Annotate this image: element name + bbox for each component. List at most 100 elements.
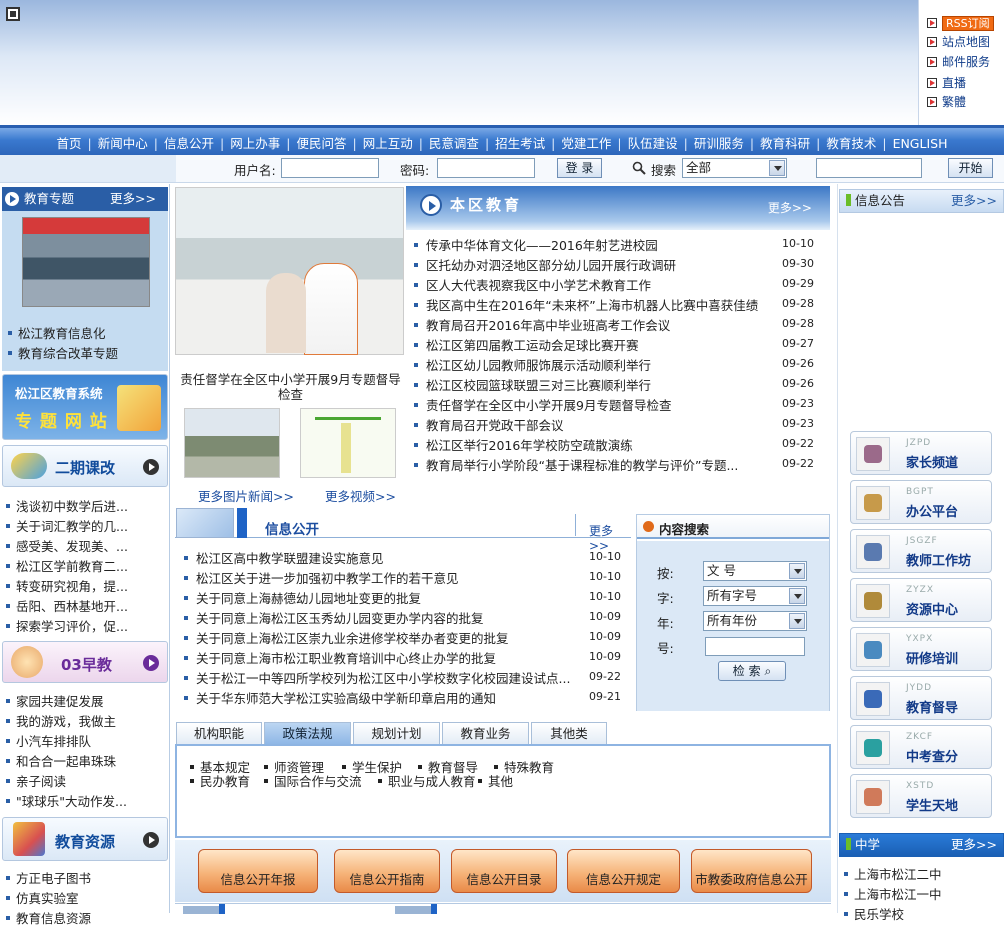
number-input[interactable]: [705, 637, 805, 656]
more-photo-news-link[interactable]: 更多图片新闻>>: [198, 486, 294, 505]
nav-item[interactable]: 研训服务: [688, 133, 750, 152]
list-item[interactable]: 我的游戏，我做主: [6, 711, 116, 730]
list-item[interactable]: "球球乐"大动作发...: [6, 791, 127, 810]
info-disclosure-button[interactable]: 信息公开目录: [451, 849, 557, 893]
list-item[interactable]: 关于词汇教学的几...: [6, 516, 128, 535]
channel-link[interactable]: ZKCF 中考查分: [850, 725, 992, 769]
nav-item[interactable]: ENGLISH: [887, 136, 954, 151]
news-item[interactable]: 责任督学在全区中小学开展9月专题督导检查: [414, 395, 671, 414]
channel-link[interactable]: ZYZX 资源中心: [850, 578, 992, 622]
info-disclosure-button[interactable]: 信息公开年报: [198, 849, 318, 893]
school-item[interactable]: 上海市松江一中: [844, 884, 942, 903]
info-item[interactable]: 关于同意上海赫德幼儿园地址变更的批复: [184, 588, 421, 607]
res-banner[interactable]: 教育资源: [2, 817, 168, 861]
nav-item[interactable]: 教育技术: [820, 133, 882, 152]
news-item[interactable]: 教育局举行小学阶段“基于课程标准的教学与评价”专题...: [414, 455, 738, 474]
sitemap-link[interactable]: 站点地图: [927, 34, 990, 51]
topic-photo[interactable]: [22, 217, 150, 307]
nav-item[interactable]: 便民问答: [290, 133, 352, 152]
thumb-photo[interactable]: [184, 408, 280, 478]
channel-link[interactable]: JZPD 家长频道: [850, 431, 992, 475]
traditional-link[interactable]: 繁體: [927, 94, 966, 111]
list-item[interactable]: 和合合一起串珠珠: [6, 751, 116, 770]
more-video-link[interactable]: 更多视频>>: [325, 486, 396, 505]
year-select[interactable]: 所有年份: [703, 611, 807, 631]
tab-item[interactable]: 其他类: [531, 722, 607, 744]
policy-item[interactable]: 民办教育: [190, 771, 250, 790]
word-select[interactable]: 所有字号: [703, 586, 807, 606]
channel-link[interactable]: YXPX 研修培训: [850, 627, 992, 671]
tab-item[interactable]: 机构职能: [176, 722, 262, 744]
system-banner[interactable]: 松江区教育系统 专 题 网 站: [2, 374, 168, 440]
login-button[interactable]: 登 录: [557, 158, 602, 178]
nav-item[interactable]: 网上办事: [224, 133, 286, 152]
news-item[interactable]: 教育局召开2016年高中毕业班高考工作会议: [414, 315, 670, 334]
school-item[interactable]: 上海市松江二中: [844, 864, 942, 883]
zao-banner[interactable]: 03早教: [2, 641, 168, 683]
info-item[interactable]: 关于松江一中等四所学校列为松江区中小学校数字化校园建设试点...: [184, 668, 570, 687]
news-item[interactable]: 松江区举行2016年学校防空疏散演练: [414, 435, 633, 454]
list-item[interactable]: 方正电子图书: [6, 868, 91, 887]
channel-link[interactable]: XSTD 学生天地: [850, 774, 992, 818]
mail-link[interactable]: 邮件服务: [927, 54, 990, 71]
password-input[interactable]: [437, 158, 535, 178]
list-item[interactable]: 浅谈初中数学后进...: [6, 496, 128, 515]
news-item[interactable]: 松江区第四届教工运动会足球比赛开赛: [414, 335, 639, 354]
live-link[interactable]: 直播: [927, 75, 966, 92]
news-item[interactable]: 传承中华体育文化——2016年射艺进校园: [414, 235, 658, 254]
list-item[interactable]: 感受美、发现美、...: [6, 536, 128, 555]
news-item[interactable]: 区人大代表视察我区中小学艺术教育工作: [414, 275, 651, 294]
news-item[interactable]: 松江区校园篮球联盟三对三比赛顺利举行: [414, 375, 651, 394]
nav-item[interactable]: 信息公开: [158, 133, 220, 152]
school-more-link[interactable]: 更多>>: [951, 834, 997, 856]
nav-item[interactable]: 招生考试: [489, 133, 551, 152]
nav-item[interactable]: 民意调查: [423, 133, 485, 152]
start-search-button[interactable]: 开始: [948, 158, 993, 178]
school-item[interactable]: 民乐学校: [844, 904, 904, 923]
info-item[interactable]: 关于同意上海松江区崇九业余进修学校举办者变更的批复: [184, 628, 509, 647]
nav-item[interactable]: 网上互动: [357, 133, 419, 152]
search-scope-select[interactable]: 全部: [682, 158, 787, 178]
policy-item[interactable]: 国际合作与交流: [264, 771, 362, 790]
info-disclosure-button[interactable]: 信息公开规定: [567, 849, 680, 893]
photo-caption[interactable]: 责任督学在全区中小学开展9月专题督导检查: [175, 372, 406, 402]
policy-item[interactable]: 其他: [478, 771, 513, 790]
info-item[interactable]: 关于同意上海市松江职业教育培训中心终止办学的批复: [184, 648, 496, 667]
info-more-link[interactable]: 更多>>: [589, 522, 631, 553]
notice-more-link[interactable]: 更多>>: [951, 190, 997, 212]
info-disclosure-button[interactable]: 市教委政府信息公开: [691, 849, 812, 893]
news-item[interactable]: 区托幼办对泗泾地区部分幼儿园开展行政调研: [414, 255, 676, 274]
rss-link[interactable]: RSS订阅: [927, 15, 994, 32]
topic-item[interactable]: 教育综合改革专题: [8, 343, 118, 362]
list-item[interactable]: 小汽车排排队: [6, 731, 91, 750]
news-item[interactable]: 我区高中生在2016年“未来杯”上海市机器人比赛中喜获佳绩: [414, 295, 758, 314]
nav-item[interactable]: 队伍建设: [622, 133, 684, 152]
search-input[interactable]: [816, 158, 922, 178]
list-item[interactable]: 家园共建促发展: [6, 691, 104, 710]
info-item[interactable]: 关于同意上海松江区玉秀幼儿园变更办学内容的批复: [184, 608, 484, 627]
info-item[interactable]: 松江区高中教学联盟建设实施意见: [184, 548, 384, 567]
channel-link[interactable]: BGPT 办公平台: [850, 480, 992, 524]
nav-item[interactable]: 教育科研: [754, 133, 816, 152]
list-item[interactable]: 探索学习评价，促...: [6, 616, 128, 635]
featured-photo[interactable]: [175, 187, 404, 355]
channel-link[interactable]: JYDD 教育督导: [850, 676, 992, 720]
policy-item[interactable]: 职业与成人教育: [378, 771, 476, 790]
nav-item[interactable]: 党建工作: [555, 133, 617, 152]
news-item[interactable]: 教育局召开党政干部会议: [414, 415, 564, 434]
info-disclosure-button[interactable]: 信息公开指南: [334, 849, 440, 893]
list-item[interactable]: 教育信息资源: [6, 908, 91, 927]
retrieve-button[interactable]: 检 索 ⌕: [718, 661, 786, 681]
info-item[interactable]: 关于华东师范大学松江实验高级中学新印章启用的通知: [184, 688, 496, 707]
nav-item[interactable]: 首页: [51, 133, 88, 152]
news-more-link[interactable]: 更多>>: [768, 199, 812, 216]
tab-item[interactable]: 规划计划: [353, 722, 440, 744]
by-select[interactable]: 文 号: [703, 561, 807, 581]
username-input[interactable]: [281, 158, 379, 178]
list-item[interactable]: 岳阳、西林基地开...: [6, 596, 128, 615]
info-item[interactable]: 松江区关于进一步加强初中教学工作的若干意见: [184, 568, 459, 587]
topic-more-link[interactable]: 更多>>: [110, 187, 156, 211]
channel-link[interactable]: JSGZF 教师工作坊: [850, 529, 992, 573]
tab-item[interactable]: 政策法规: [264, 722, 351, 744]
topic-item[interactable]: 松江教育信息化: [8, 323, 106, 342]
